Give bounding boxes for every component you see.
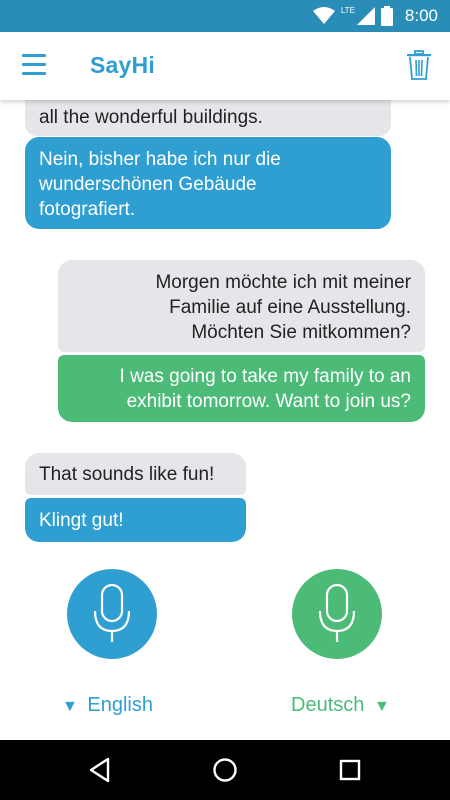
message-text-line: Nein, bisher habe ich nur die (39, 149, 281, 170)
navigation-bar (0, 740, 450, 800)
back-triangle-icon[interactable] (86, 756, 114, 784)
language-label: English (87, 694, 154, 716)
hamburger-menu-icon[interactable] (22, 54, 48, 78)
microphone-icon (318, 583, 356, 642)
cell-signal-icon (356, 7, 375, 25)
english-mic-button[interactable] (67, 569, 157, 659)
message-original-bubble: all the wonderful buildings. (25, 100, 391, 136)
battery-icon (380, 6, 393, 26)
deutsch-language-selector[interactable]: Deutsch ▼ (291, 694, 390, 717)
message-text-line: wunderschönen Gebäude (39, 174, 257, 195)
message-text: all the wonderful buildings. (39, 107, 263, 128)
message-text-line: Morgen möchte ich mit meiner (155, 272, 411, 293)
deutsch-mic-button[interactable] (292, 569, 382, 659)
message-text: Klingt gut! (39, 510, 124, 531)
english-language-selector[interactable]: ▼ English (62, 694, 153, 717)
app-bar: SayHi (0, 32, 450, 100)
recents-square-icon[interactable] (336, 756, 364, 784)
conversation-list[interactable]: all the wonderful buildings. Nein, bishe… (0, 100, 450, 550)
lte-label: LTE (340, 5, 355, 15)
dropdown-arrow-icon: ▼ (373, 698, 390, 715)
message-translation-bubble: Nein, bisher habe ich nur die wunderschö… (25, 137, 391, 229)
message-original-bubble: Morgen möchte ich mit meiner Familie auf… (58, 260, 425, 352)
status-time: 8:00 (404, 6, 438, 25)
message-text-line: Möchten Sie mitkommen? (191, 322, 411, 343)
message-text-line: fotografiert. (39, 199, 136, 220)
microphone-icon (93, 583, 131, 642)
language-label: Deutsch (291, 694, 365, 716)
home-circle-icon[interactable] (211, 756, 239, 784)
status-icons: LTE 8:00 (312, 5, 438, 26)
message-translation-bubble: Klingt gut! (25, 498, 246, 542)
trash-icon[interactable] (406, 50, 432, 80)
message-text: That sounds like fun! (39, 464, 215, 485)
message-text-line: I was going to take my family to an (119, 366, 411, 387)
dropdown-arrow-icon: ▼ (62, 698, 78, 715)
message-original-bubble: That sounds like fun! (25, 453, 246, 495)
status-bar: LTE 8:00 (0, 0, 450, 32)
message-text-line: exhibit tomorrow. Want to join us? (126, 391, 411, 412)
app-title: SayHi (90, 52, 155, 78)
message-translation-bubble: I was going to take my family to an exhi… (58, 355, 425, 422)
wifi-icon (312, 7, 335, 24)
message-text-line: Familie auf eine Ausstellung. (169, 297, 411, 318)
